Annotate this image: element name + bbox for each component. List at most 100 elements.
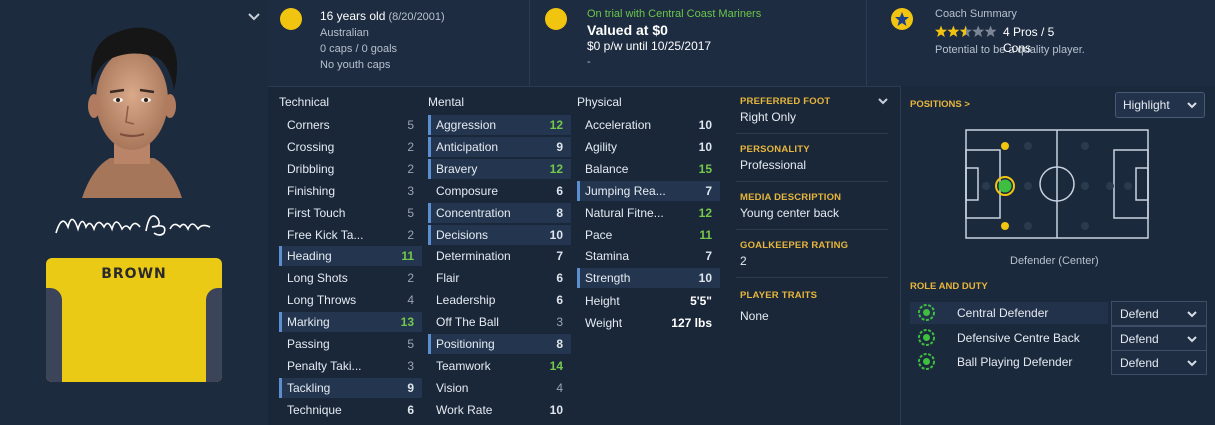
- attribute-value: 10: [549, 402, 563, 417]
- attribute-row[interactable]: Anticipation 9: [428, 136, 571, 157]
- attribute-name: Stamina: [585, 249, 630, 264]
- attribute-row[interactable]: Determination 7: [428, 246, 571, 266]
- player-age: 16 years old: [320, 9, 386, 23]
- star-icon: [947, 25, 960, 37]
- attribute-row[interactable]: Off The Ball 3: [428, 312, 571, 332]
- attribute-row[interactable]: Positioning 8: [428, 334, 571, 354]
- attribute-row[interactable]: Dribbling 2: [279, 159, 422, 179]
- role-name: Central Defender: [957, 306, 1049, 320]
- attribute-value: 15: [698, 161, 712, 176]
- attribute-name: Passing: [287, 337, 330, 351]
- personality-label: PERSONALITY: [740, 144, 810, 155]
- attribute-row[interactable]: Long Throws 4: [279, 290, 422, 310]
- attribute-value: 8: [556, 337, 563, 351]
- attribute-name: Concentration: [436, 205, 511, 220]
- star-badge-icon: [891, 8, 913, 30]
- attribute-row[interactable]: Stamina 7: [577, 246, 720, 266]
- attribute-row[interactable]: Finishing 3: [279, 181, 422, 201]
- attribute-name: Tackling: [287, 380, 331, 395]
- attribute-name: Long Throws: [287, 293, 357, 308]
- attribute-value: 6: [556, 293, 563, 308]
- attribute-row[interactable]: Decisions 10: [428, 224, 571, 245]
- attribute-row[interactable]: Heading 11: [279, 246, 422, 267]
- attribute-row[interactable]: Leadership 6: [428, 290, 571, 310]
- attribute-row[interactable]: Balance 15: [577, 159, 720, 179]
- attribute-name: Positioning: [436, 337, 495, 351]
- role-name: Ball Playing Defender: [957, 355, 1073, 369]
- attribute-row[interactable]: Tackling 9: [279, 377, 422, 398]
- attribute-row[interactable]: Bravery 12: [428, 158, 571, 179]
- attribute-name: Natural Fitne...: [585, 205, 664, 220]
- contract-status[interactable]: On trial with Central Coast Mariners: [587, 6, 761, 22]
- highlight-dropdown[interactable]: Highlight: [1115, 92, 1205, 118]
- duty-dropdown[interactable]: Defend: [1111, 301, 1207, 326]
- attribute-row[interactable]: First Touch 5: [279, 203, 422, 223]
- attribute-row[interactable]: Crossing 2: [279, 137, 422, 157]
- attribute-value: 14: [549, 358, 563, 373]
- height-label: Height: [585, 294, 620, 308]
- attribute-row[interactable]: Natural Fitne... 12: [577, 203, 720, 223]
- attribute-value: 4: [556, 380, 563, 395]
- attribute-row[interactable]: Technique 6: [279, 400, 422, 420]
- attribute-row[interactable]: Passing 5: [279, 334, 422, 354]
- attribute-row[interactable]: Strength 10: [577, 268, 720, 289]
- attribute-row[interactable]: Concentration 8: [428, 202, 571, 223]
- duty-dropdown[interactable]: Defend: [1111, 325, 1207, 351]
- attribute-row[interactable]: Free Kick Ta... 2: [279, 225, 422, 245]
- attribute-name: Heading: [287, 249, 332, 264]
- shirt-surname: BROWN: [101, 266, 167, 282]
- player-traits-value: None: [740, 309, 769, 323]
- divider: [736, 229, 888, 230]
- player-nationality: Australian: [320, 27, 369, 39]
- attribute-row[interactable]: Composure 6: [428, 181, 571, 201]
- attribute-row[interactable]: Teamwork 14: [428, 356, 571, 376]
- pros-cons: 4 Pros / 5 Cons: [1003, 25, 1055, 55]
- attribute-name: First Touch: [287, 205, 346, 220]
- attribute-row[interactable]: Long Shots 2: [279, 268, 422, 288]
- attribute-row[interactable]: Agility 10: [577, 137, 720, 157]
- attribute-row[interactable]: Acceleration 10: [577, 115, 720, 135]
- attribute-value: 2: [407, 271, 414, 286]
- attribute-name: Aggression: [436, 118, 497, 132]
- role-suitability-icon: [918, 353, 935, 370]
- attribute-row[interactable]: Corners 5: [279, 115, 422, 135]
- role-and-duty-title: ROLE AND DUTY: [910, 281, 988, 292]
- goalkeeper-rating-label: GOALKEEPER RATING: [740, 240, 849, 251]
- role-row[interactable]: Ball Playing Defender: [910, 351, 1108, 373]
- attribute-row[interactable]: Flair 6: [428, 268, 571, 288]
- duty-dropdown[interactable]: Defend: [1111, 350, 1207, 375]
- attribute-value: 7: [556, 249, 563, 264]
- player-traits-label: PLAYER TRAITS: [740, 290, 818, 301]
- attribute-row[interactable]: Marking 13: [279, 312, 422, 333]
- player-portrait: [82, 27, 182, 198]
- attribute-row[interactable]: Pace 11: [577, 225, 720, 245]
- duty-label: Defend: [1120, 307, 1159, 321]
- positions-link[interactable]: POSITIONS >: [910, 99, 970, 110]
- role-row[interactable]: Defensive Centre Back: [910, 327, 1108, 349]
- attribute-name: Corners: [287, 118, 330, 132]
- attribute-row[interactable]: Vision 4: [428, 378, 571, 398]
- chevron-down-icon[interactable]: [876, 94, 890, 108]
- attribute-name: Crossing: [287, 139, 335, 154]
- attribute-value: 2: [407, 139, 414, 154]
- player-wage: $0 p/w until 10/25/2017: [587, 39, 712, 53]
- duty-label: Defend: [1120, 356, 1159, 370]
- attribute-value: 5: [407, 337, 414, 351]
- role-name: Defensive Centre Back: [957, 330, 1080, 345]
- attribute-name: Bravery: [436, 161, 478, 176]
- attribute-row[interactable]: Jumping Rea... 7: [577, 180, 720, 201]
- attribute-value: 6: [407, 402, 414, 417]
- role-row[interactable]: Central Defender: [910, 302, 1108, 324]
- attribute-value: 5: [407, 205, 414, 220]
- attribute-row[interactable]: Work Rate 10: [428, 400, 571, 420]
- attribute-row[interactable]: Penalty Taki... 3: [279, 356, 422, 376]
- attribute-name: Acceleration: [585, 118, 652, 132]
- attribute-name: Finishing: [287, 183, 336, 198]
- chevron-down-icon[interactable]: [246, 8, 262, 24]
- pitch-diagram[interactable]: [962, 128, 1152, 240]
- club-badge-icon: [545, 8, 567, 30]
- attribute-row[interactable]: Aggression 12: [428, 115, 571, 135]
- star-icon: [959, 25, 972, 37]
- attribute-value: 3: [407, 183, 414, 198]
- attribute-value: 11: [699, 227, 712, 242]
